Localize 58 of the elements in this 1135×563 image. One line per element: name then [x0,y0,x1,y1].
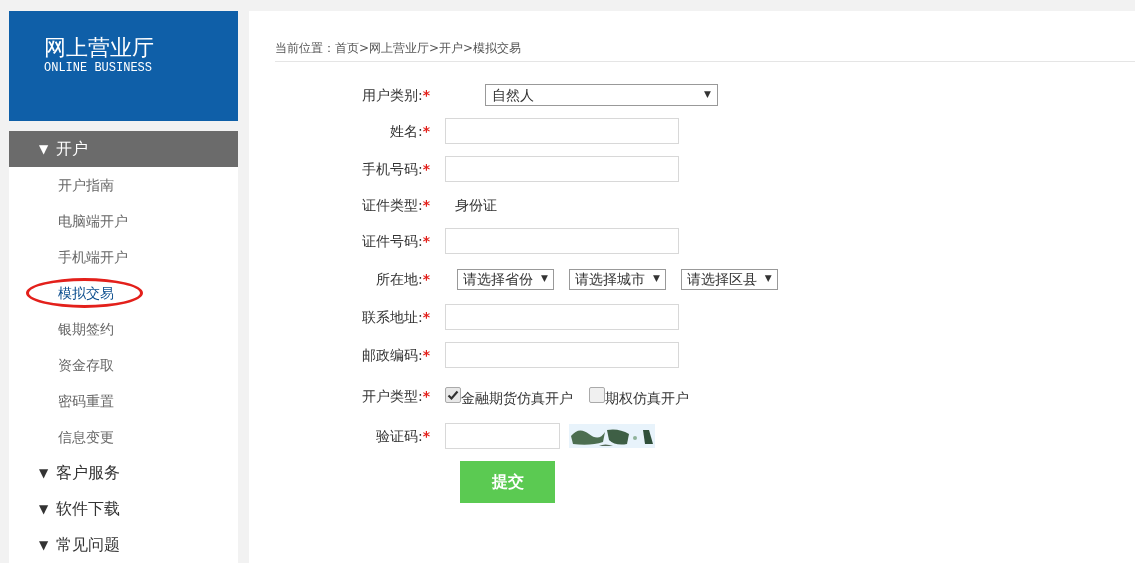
required-mark: * [422,159,430,179]
logo-subtitle: ONLINE BUSINESS [44,61,153,75]
required-mark: * [422,307,430,327]
field-label: 证件类型: [361,195,423,215]
triangle-icon: ▼ [39,500,49,518]
caret-icon: ▼ [704,88,711,102]
sidebar-item[interactable]: 银期签约 [58,318,114,340]
checkbox-label: 金融期货仿真开户 [461,389,573,408]
field-label: 联系地址: [361,307,423,327]
required-mark: * [422,231,430,251]
sidebar-item[interactable]: 密码重置 [58,390,114,412]
sidebar-item[interactable]: 模拟交易 [58,282,114,304]
input-field[interactable] [445,228,679,254]
caret-icon: ▼ [764,272,772,286]
required-mark: * [422,386,430,406]
field-label: 验证码: [375,426,423,446]
sidebar-item[interactable]: 电脑端开户 [58,210,128,232]
field-value: 身份证 [455,195,497,215]
sidebar-item[interactable]: 信息变更 [58,426,114,448]
checkbox-label: 期权仿真开户 [605,389,689,408]
field-label: 邮政编码: [361,345,423,365]
input-field[interactable] [445,118,679,144]
field-label: 证件号码: [361,231,423,251]
input-field[interactable] [445,156,679,182]
required-mark: * [422,195,430,215]
required-mark: * [422,345,430,365]
sidebar-section[interactable]: ▼ 软件下载 [9,491,238,527]
sidebar-item[interactable]: 资金存取 [58,354,114,376]
sidebar-item[interactable]: 开户指南 [58,174,114,196]
triangle-icon: ▼ [39,536,49,554]
field-label: 姓名: [389,121,423,141]
logo-title: 网上营业厅 [44,35,154,61]
input-field[interactable] [445,304,679,330]
field-label: 用户类别: [361,85,423,105]
checkbox[interactable] [445,387,461,403]
caret-icon: ▼ [652,272,660,286]
sidebar-section[interactable]: ▼ 客户服务 [9,455,238,491]
dropdown[interactable]: 请选择省份 ▼ [457,268,554,290]
dropdown[interactable]: 请选择区县 ▼ [680,268,778,290]
dropdown[interactable]: 请选择城市 ▼ [568,268,666,290]
input-field[interactable] [445,423,560,449]
sidebar-section[interactable]: ▼ 常见问题 [9,527,238,563]
checkbox[interactable] [589,387,605,403]
required-mark: * [422,85,430,105]
required-mark: * [422,121,430,141]
breadcrumb: 当前位置：首页>网上营业厅>开户>模拟交易 [275,39,1135,62]
triangle-icon: ▼ [39,140,49,158]
caret-icon: ▼ [541,272,548,286]
input-field[interactable] [445,342,679,368]
field-label: 开户类型: [361,386,423,406]
sidebar-section[interactable]: ▼ 开户 [9,131,238,167]
field-label: 所在地: [375,269,423,289]
triangle-icon: ▼ [39,464,49,482]
dropdown[interactable]: 自然人 ▼ [485,84,718,106]
field-label: 手机号码: [361,159,423,179]
required-mark: * [422,269,430,289]
sidebar-item[interactable]: 手机端开户 [58,246,128,268]
required-mark: * [422,426,430,446]
